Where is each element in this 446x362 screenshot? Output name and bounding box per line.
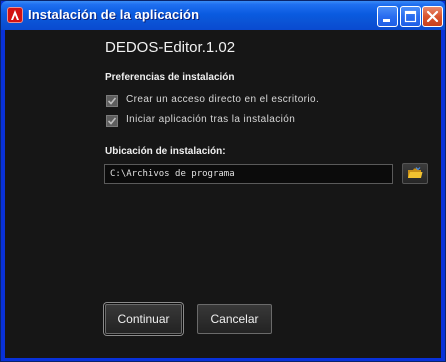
browse-button[interactable] (402, 163, 428, 184)
installer-content: DEDOS-Editor.1.02 Preferencias de instal… (5, 30, 441, 358)
create-shortcut-checkbox[interactable] (106, 95, 118, 107)
continue-button[interactable]: Continuar (105, 304, 182, 334)
create-shortcut-label: Crear un acceso directo en el escritorio… (126, 94, 320, 105)
install-location-field[interactable]: C:\Archivos de programa (104, 164, 393, 184)
minimize-button[interactable] (377, 6, 398, 27)
window-title: Instalación de la aplicación (28, 7, 200, 22)
adobe-air-icon (7, 7, 23, 23)
location-heading: Ubicación de instalación: (105, 146, 226, 157)
launch-after-install-label: Iniciar aplicación tras la instalación (126, 114, 296, 125)
preferences-heading: Preferencias de instalación (105, 72, 235, 83)
app-name-version: DEDOS-Editor.1.02 (105, 39, 236, 56)
installer-window: Instalación de la aplicación DEDOS-Edito… (0, 0, 446, 362)
launch-after-install-checkbox[interactable] (106, 115, 118, 127)
maximize-button[interactable] (400, 6, 421, 27)
cancel-button[interactable]: Cancelar (197, 304, 272, 334)
close-button[interactable] (422, 6, 443, 27)
title-bar[interactable]: Instalación de la aplicación (1, 1, 445, 30)
